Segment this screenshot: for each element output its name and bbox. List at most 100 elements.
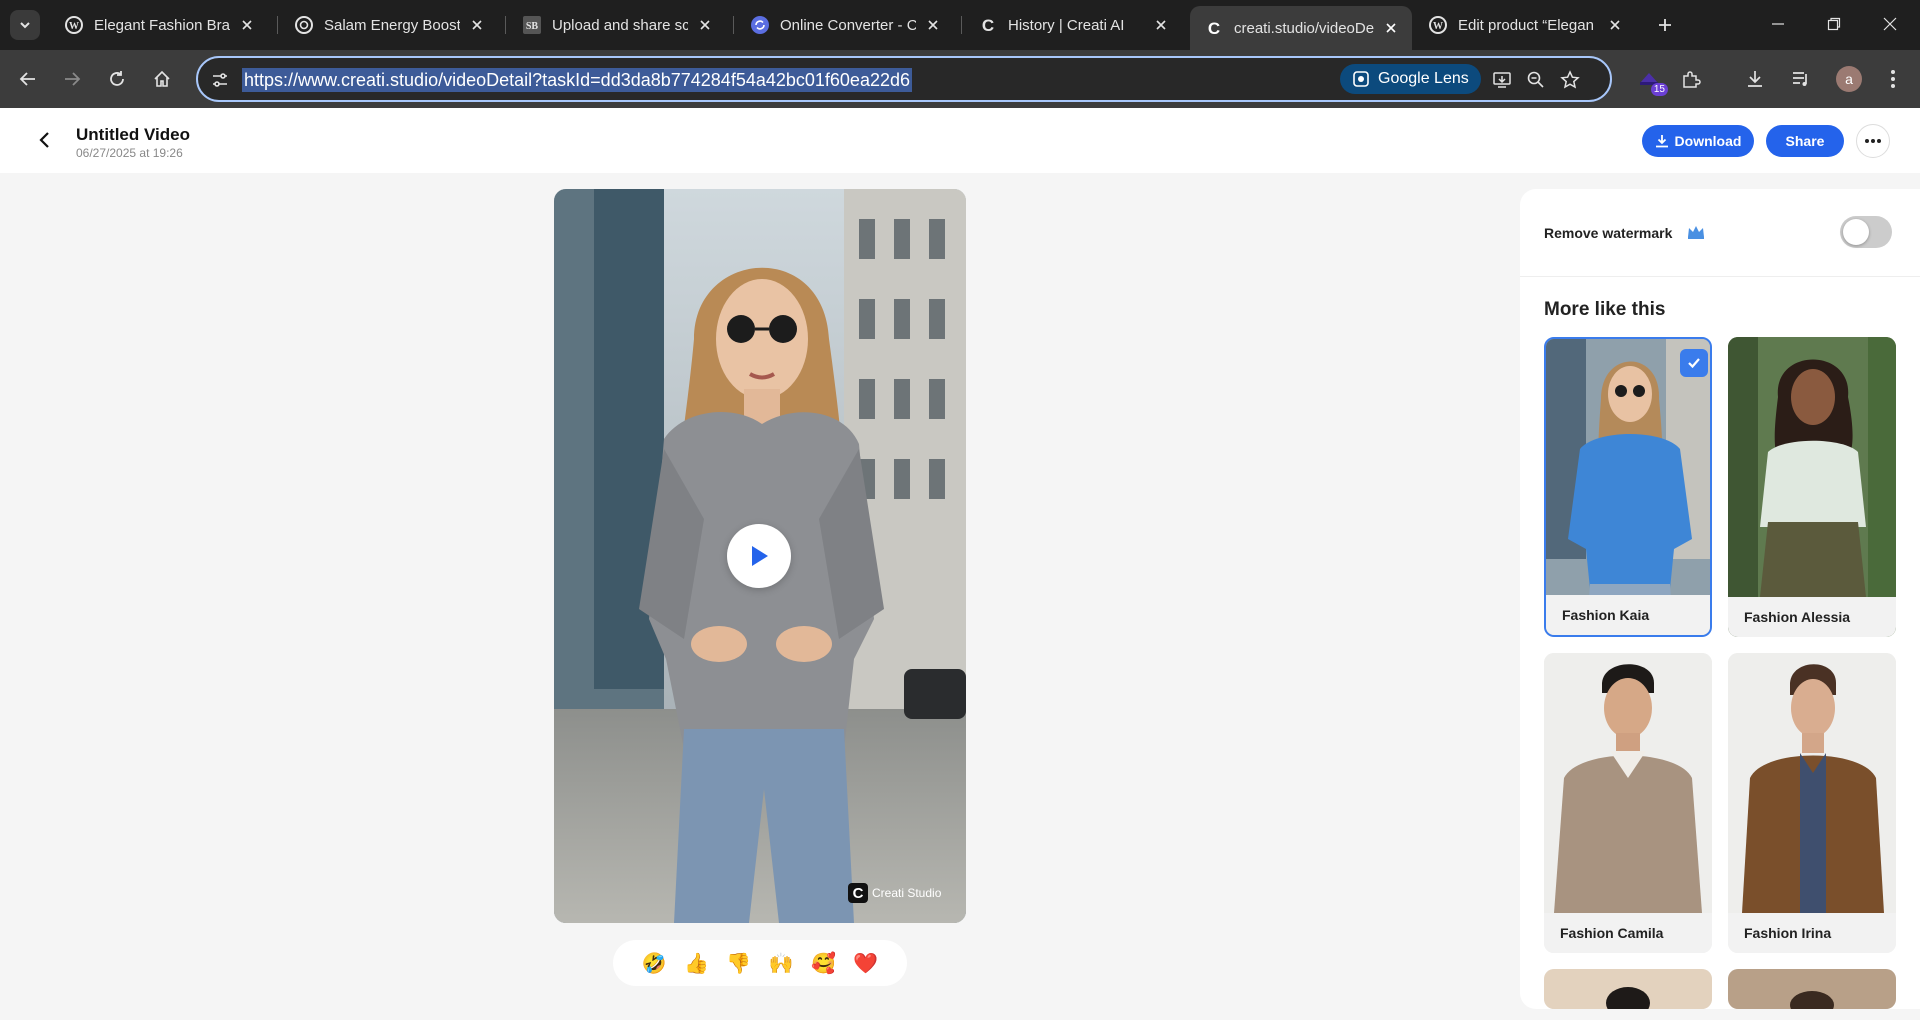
chevron-left-icon (39, 132, 49, 148)
tab-salam-energy[interactable]: Salam Energy Boost (280, 6, 498, 44)
music-queue-icon (1793, 72, 1807, 86)
template-thumbnail (1728, 653, 1896, 953)
extensions-button[interactable] (1676, 64, 1706, 94)
media-controls-button[interactable] (1786, 64, 1816, 94)
tab-history-creati[interactable]: C History | Creati AI (964, 6, 1182, 44)
tab-online-converter[interactable]: Online Converter - C (736, 6, 954, 44)
home-button[interactable] (147, 64, 177, 94)
back-nav-button[interactable] (30, 126, 58, 154)
arrow-right-icon (65, 72, 81, 86)
bookmark-star-icon[interactable] (1556, 66, 1584, 94)
lens-icon (1353, 71, 1369, 87)
browser-menu-button[interactable] (1878, 64, 1908, 94)
download-icon (1655, 135, 1668, 148)
downloads-button[interactable] (1740, 64, 1770, 94)
url-text[interactable]: https://www.creati.studio/videoDetail?ta… (242, 68, 912, 92)
template-card-alessia[interactable]: Fashion Alessia (1728, 337, 1896, 637)
profile-avatar[interactable]: a (1836, 66, 1862, 92)
template-thumbnail (1544, 969, 1712, 1009)
tab-creati-video-detail[interactable]: C creati.studio/videoDe (1190, 6, 1412, 50)
template-card-partial[interactable] (1544, 969, 1712, 1009)
new-tab-button[interactable] (1650, 10, 1680, 40)
address-bar[interactable]: https://www.creati.studio/videoDetail?ta… (196, 56, 1612, 102)
creati-logo-icon: C (848, 883, 868, 903)
tab-search-button[interactable] (10, 10, 40, 40)
play-button[interactable] (727, 524, 791, 588)
wordpress-icon: W (1428, 15, 1448, 35)
browser-toolbar: https://www.creati.studio/videoDetail?ta… (0, 50, 1920, 108)
close-icon[interactable] (1150, 14, 1172, 36)
plus-icon (1659, 19, 1671, 31)
template-card-irina[interactable]: Fashion Irina (1728, 653, 1896, 953)
thumbs-up-reaction-button[interactable]: 👍 (684, 951, 709, 975)
creati-icon: C (978, 15, 998, 35)
selected-check-icon (1680, 349, 1708, 377)
close-icon[interactable] (694, 14, 716, 36)
close-icon[interactable] (466, 14, 488, 36)
forward-button[interactable] (57, 64, 87, 94)
remove-watermark-toggle[interactable] (1840, 216, 1892, 248)
tab-elegant-fashion[interactable]: W Elegant Fashion Bran (50, 6, 268, 44)
converter-icon (750, 15, 770, 35)
tab-title: Online Converter - C (780, 16, 916, 34)
page-header: Untitled Video 06/27/2025 at 19:26 Downl… (0, 108, 1920, 173)
smiling-hearts-reaction-button[interactable]: 🥰 (811, 951, 836, 975)
close-window-button[interactable] (1862, 0, 1918, 48)
close-icon[interactable] (1380, 17, 1402, 39)
remove-watermark-row: Remove watermark (1520, 189, 1920, 277)
more-options-button[interactable] (1856, 124, 1890, 158)
toggle-knob (1843, 219, 1869, 245)
template-card-kaia[interactable]: Fashion Kaia (1544, 337, 1712, 637)
template-thumbnail (1544, 653, 1712, 953)
back-button[interactable] (13, 64, 43, 94)
share-label: Share (1785, 133, 1825, 149)
home-icon (154, 70, 170, 87)
template-card-partial[interactable] (1728, 969, 1896, 1009)
template-card-camila[interactable]: Fashion Camila (1544, 653, 1712, 953)
side-panel: Remove watermark More like this Fashion … (1520, 189, 1920, 1009)
reload-icon (110, 71, 124, 86)
wordpress-icon: W (64, 15, 84, 35)
close-icon[interactable] (922, 14, 944, 36)
heart-reaction-button[interactable]: ❤️ (853, 951, 878, 975)
minimize-button[interactable] (1750, 0, 1806, 48)
svg-text:W: W (69, 21, 79, 32)
template-card-label: Fashion Alessia (1728, 597, 1896, 637)
tab-title: Upload and share scr (552, 16, 688, 34)
video-date: 06/27/2025 at 19:26 (76, 146, 183, 160)
template-thumbnail (1728, 969, 1896, 1009)
tab-title: Edit product “Elegan (1458, 16, 1594, 34)
play-icon (752, 546, 768, 566)
share-button[interactable]: Share (1766, 125, 1844, 157)
svg-text:W: W (1433, 21, 1443, 32)
restore-button[interactable] (1806, 0, 1862, 48)
tab-upload-share[interactable]: SB Upload and share scr (508, 6, 726, 44)
template-card-label: Fashion Kaia (1546, 595, 1710, 635)
video-player[interactable]: C Creati Studio (554, 189, 966, 923)
crown-icon (1688, 226, 1704, 239)
rofl-reaction-button[interactable]: 🤣 (642, 951, 667, 975)
download-icon (1748, 71, 1762, 87)
install-app-icon[interactable] (1488, 66, 1516, 94)
raised-hands-reaction-button[interactable]: 🙌 (769, 951, 794, 975)
site-info-icon[interactable] (206, 66, 234, 94)
watermark: C Creati Studio (848, 883, 941, 903)
google-lens-button[interactable]: Google Lens (1340, 64, 1481, 94)
extension-button[interactable]: 15 (1634, 64, 1668, 96)
page-title: Untitled Video (76, 125, 190, 144)
close-icon[interactable] (236, 14, 258, 36)
template-thumbnail (1728, 337, 1896, 637)
template-thumbnail (1546, 339, 1710, 635)
tab-strip: W Elegant Fashion Bran Salam Energy Boos… (0, 0, 1920, 50)
thumbs-down-reaction-button[interactable]: 👎 (726, 951, 751, 975)
reaction-bar: 🤣 👍 👎 🙌 🥰 ❤️ (613, 940, 907, 986)
tab-edit-product[interactable]: W Edit product “Elegan (1414, 6, 1636, 44)
template-card-label: Fashion Camila (1544, 913, 1712, 953)
more-horizontal-icon (1865, 139, 1881, 143)
zoom-icon[interactable] (1522, 66, 1550, 94)
remove-watermark-label: Remove watermark (1544, 225, 1673, 241)
download-button[interactable]: Download (1642, 125, 1754, 157)
reload-button[interactable] (102, 64, 132, 94)
tab-title: Elegant Fashion Bran (94, 16, 230, 34)
close-icon[interactable] (1604, 14, 1626, 36)
